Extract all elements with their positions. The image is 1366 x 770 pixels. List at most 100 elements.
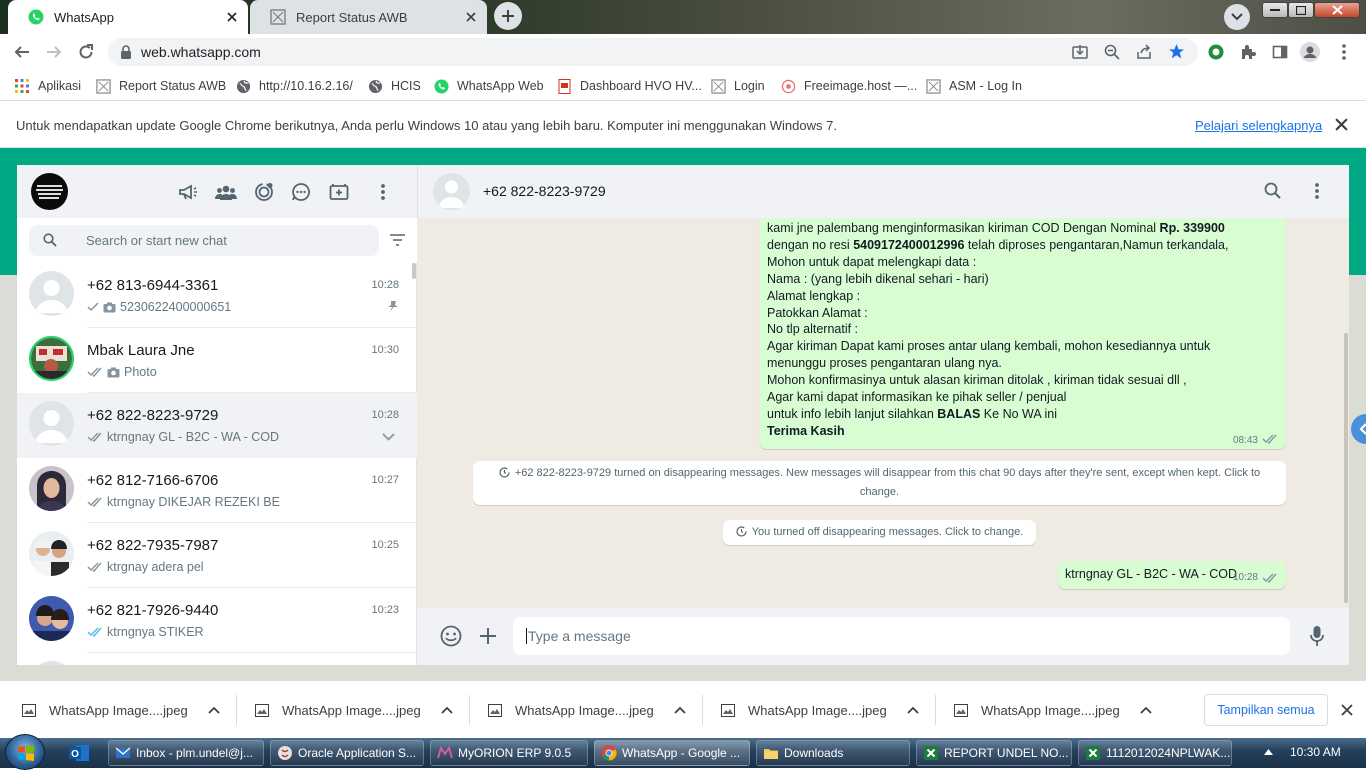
tab-report-status-awb[interactable]: Report Status AWB	[250, 0, 487, 34]
taskbar-item-downloads[interactable]: Downloads	[756, 740, 910, 766]
new-tab-button[interactable]	[494, 2, 522, 30]
chat-list-item[interactable]: +62 812-7166-6706 10:27 ktrngnay DIKEJAR…	[17, 458, 417, 523]
bookmark-label: Login	[734, 79, 765, 93]
chevron-up-icon[interactable]	[1140, 706, 1152, 714]
lock-icon[interactable]	[120, 45, 132, 59]
search-input[interactable]: Search or start new chat	[29, 225, 379, 256]
reload-icon[interactable]	[76, 42, 96, 62]
message-input[interactable]: Type a message	[513, 617, 1290, 655]
whatsapp-extension-icon[interactable]	[1206, 42, 1226, 62]
image-file-icon	[255, 703, 269, 717]
taskbar-item-myorion[interactable]: MyORION ERP 9.0.5	[430, 740, 588, 766]
chat-list-item[interactable]	[17, 653, 417, 665]
minimize-window-button[interactable]	[1262, 2, 1288, 18]
bookmark-whatsapp-web[interactable]: WhatsApp Web	[433, 76, 544, 96]
extensions-puzzle-icon[interactable]	[1238, 42, 1258, 62]
status-icon[interactable]	[252, 180, 276, 204]
taskbar-item-outlook[interactable]: Inbox - plm.undel@j...	[108, 740, 264, 766]
tray-chevron-up-icon[interactable]	[1264, 749, 1273, 755]
attach-plus-icon[interactable]	[479, 627, 497, 645]
system-message-disappearing-on[interactable]: +62 822-8223-9729 turned on disappearing…	[473, 461, 1286, 505]
contact-name[interactable]: +62 822-8223-9729	[483, 183, 606, 199]
address-bar[interactable]: web.whatsapp.com	[108, 38, 1198, 66]
close-window-button[interactable]	[1314, 2, 1360, 18]
chat-list-item[interactable]: +62 822-7935-7987 10:25 ktrgnay adera pe…	[17, 523, 417, 588]
message-text: kami jne palembang menginformasikan kiri…	[767, 221, 1229, 438]
globe-icon	[367, 78, 383, 94]
bookmark-dashboard-hvo[interactable]: Dashboard HVO HV...	[556, 76, 702, 96]
download-item[interactable]: WhatsApp Image....jpeg	[954, 681, 1152, 739]
new-chat-icon[interactable]	[327, 180, 351, 204]
windows-start-button[interactable]	[5, 734, 45, 770]
system-clock[interactable]: 10:30 AM	[1290, 745, 1341, 759]
contact-avatar[interactable]	[433, 173, 470, 210]
page-favicon-icon	[270, 9, 286, 25]
taskbar-item-excel-report[interactable]: REPORT UNDEL NO...	[916, 740, 1072, 766]
channels-icon[interactable]	[289, 180, 313, 204]
infobar-learn-more-link[interactable]: Pelajari selengkapnya	[1195, 118, 1322, 133]
download-item[interactable]: WhatsApp Image....jpeg	[721, 681, 919, 739]
outgoing-message-bubble[interactable]: kami jne palembang menginformasikan kiri…	[760, 218, 1286, 449]
menu-more-vertical-icon[interactable]	[1315, 183, 1319, 199]
share-icon[interactable]	[1136, 44, 1152, 60]
chat-list-item[interactable]: Mbak Laura Jne 10:30 Photo	[17, 328, 417, 393]
bookmark-star-icon[interactable]	[1168, 43, 1185, 60]
close-downloads-icon[interactable]	[1341, 704, 1353, 716]
outgoing-message-bubble[interactable]: ktrngnay GL - B2C - WA - COD 10:28	[1058, 561, 1286, 589]
download-item[interactable]: WhatsApp Image....jpeg	[255, 681, 453, 739]
forward-arrow-icon[interactable]	[44, 42, 64, 62]
globe-icon	[235, 78, 251, 94]
tab-close-icon[interactable]	[463, 9, 479, 25]
back-arrow-icon[interactable]	[12, 42, 32, 62]
profile-avatar-icon[interactable]	[1300, 42, 1320, 62]
red-document-icon	[556, 78, 572, 94]
chevron-up-icon[interactable]	[907, 706, 919, 714]
communities-megaphone-icon[interactable]	[176, 180, 200, 204]
chat-list-item-selected[interactable]: +62 822-8223-9729 10:28 ktrngnay GL - B2…	[17, 393, 417, 458]
tab-title: WhatsApp	[54, 9, 114, 25]
taskbar-item-chrome-whatsapp[interactable]: WhatsApp - Google ...	[594, 740, 750, 766]
emoji-icon[interactable]	[440, 625, 462, 647]
zoom-icon[interactable]	[1104, 44, 1120, 60]
maximize-window-button[interactable]	[1288, 2, 1314, 18]
communities-icon[interactable]	[214, 180, 238, 204]
chat-list-scrollbar[interactable]	[412, 263, 416, 279]
install-app-icon[interactable]	[1072, 44, 1088, 60]
bookmark-apps[interactable]: Aplikasi	[14, 76, 81, 96]
download-item[interactable]: WhatsApp Image....jpeg	[488, 681, 686, 739]
download-item[interactable]: WhatsApp Image....jpeg	[22, 681, 220, 739]
bookmark-ip-address[interactable]: http://10.16.2.16/	[235, 76, 353, 96]
chevron-up-icon[interactable]	[674, 706, 686, 714]
chat-list-item[interactable]: +62 813-6944-3361 10:28 5230622400000651	[17, 263, 417, 328]
taskbar-item-excel-file[interactable]: 1112012024NPLWAK...	[1078, 740, 1232, 766]
messages-scrollbar[interactable]	[1344, 333, 1348, 603]
menu-more-vertical-icon[interactable]	[371, 180, 395, 204]
tab-whatsapp[interactable]: WhatsApp	[8, 0, 248, 34]
bookmark-hcis[interactable]: HCIS	[367, 76, 421, 96]
system-message-disappearing-off[interactable]: You turned off disappearing messages. Cl…	[723, 520, 1036, 545]
chat-preview: ktrngnay GL - B2C - WA - COD	[87, 430, 279, 444]
bookmark-label: ASM - Log In	[949, 79, 1022, 93]
tab-close-icon[interactable]	[224, 9, 240, 25]
microphone-icon[interactable]	[1310, 625, 1324, 647]
chevron-up-icon[interactable]	[441, 706, 453, 714]
taskbar-item-oracle[interactable]: Oracle Application S...	[270, 740, 424, 766]
chevron-up-icon[interactable]	[208, 706, 220, 714]
tab-search-chevron-down-icon[interactable]	[1224, 4, 1250, 30]
search-icon[interactable]	[1264, 182, 1281, 199]
outlook-pinned-icon[interactable]: O	[68, 742, 90, 764]
side-panel-icon[interactable]	[1270, 42, 1290, 62]
infobar-close-icon[interactable]	[1335, 118, 1348, 131]
bookmark-freeimage[interactable]: Freeimage.host —...	[780, 76, 917, 96]
profile-avatar[interactable]	[31, 173, 68, 210]
chat-list-item[interactable]: +62 821-7926-9440 10:23 ktrngnya STIKER	[17, 588, 417, 653]
show-all-downloads-button[interactable]: Tampilkan semua	[1204, 694, 1328, 726]
filter-icon[interactable]	[390, 234, 405, 246]
bookmark-asm-login[interactable]: ASM - Log In	[925, 76, 1022, 96]
more-vertical-icon[interactable]	[1334, 42, 1354, 62]
bookmark-login[interactable]: Login	[710, 76, 765, 96]
chevron-down-icon[interactable]	[382, 433, 395, 441]
bookmark-report-status-awb[interactable]: Report Status AWB	[95, 76, 226, 96]
double-check-icon	[87, 432, 103, 442]
chat-preview-text: Photo	[124, 365, 157, 379]
